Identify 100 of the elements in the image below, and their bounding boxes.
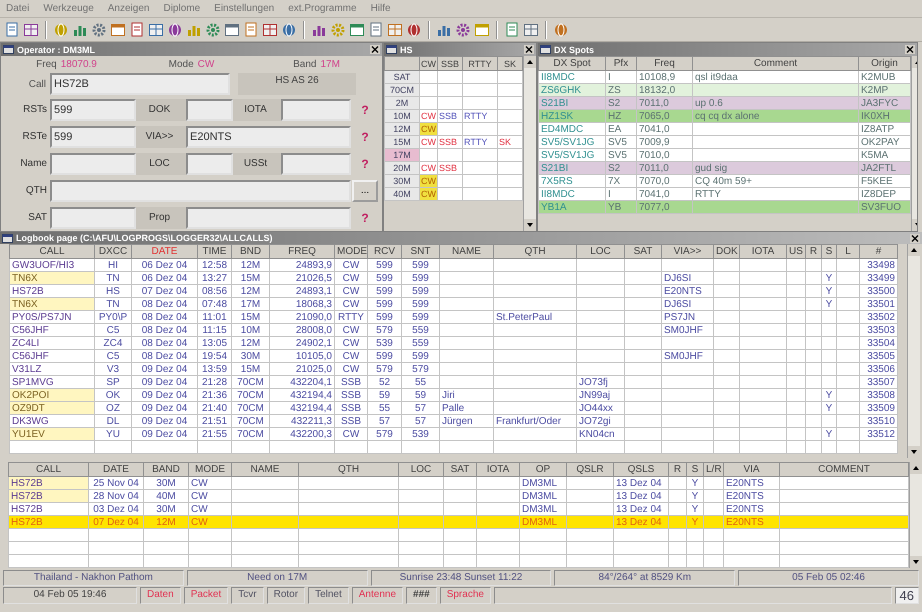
column-header[interactable]: VIA — [724, 462, 780, 476]
document-icon[interactable] — [4, 22, 20, 38]
document-icon[interactable] — [504, 22, 520, 38]
globe-icon[interactable] — [553, 22, 569, 38]
band-label[interactable]: 10M — [384, 110, 420, 122]
column-header[interactable]: LOC — [576, 244, 624, 258]
column-header[interactable]: OP — [520, 462, 566, 476]
spot-row[interactable]: ED4MDC EA 7041,0 IZ8ATP — [538, 122, 910, 136]
table-row[interactable]: HS72B 28 Nov 04 40M CW DM3ML 13 Dez 04 Y E20NTS — [8, 490, 908, 502]
grid-icon[interactable] — [523, 22, 539, 38]
column-header[interactable]: R — [668, 462, 686, 476]
band-label[interactable]: 40M — [384, 188, 420, 200]
spot-row[interactable]: SV5/SV1JG SV5 7009,9 OK2PAY — [538, 136, 910, 148]
band-label[interactable]: 20M — [384, 162, 420, 174]
column-header[interactable]: L/R — [704, 462, 724, 476]
column-header[interactable]: BND — [232, 244, 270, 258]
input-field[interactable] — [186, 98, 233, 120]
spot-row[interactable]: II8MDC I 10108,9 qsl it9daa K2MUB — [538, 70, 910, 84]
grid-icon[interactable] — [387, 22, 403, 38]
band-label[interactable]: 15M — [384, 136, 420, 148]
column-header[interactable]: NAME — [232, 462, 298, 476]
column-header[interactable]: S — [822, 244, 836, 258]
column-header[interactable]: RCV — [368, 244, 402, 258]
column-header[interactable]: MODE — [334, 244, 368, 258]
column-header[interactable]: DATE — [88, 462, 144, 476]
gear-icon[interactable] — [455, 22, 471, 38]
column-header[interactable]: US — [786, 244, 806, 258]
column-header[interactable]: MODE — [188, 462, 232, 476]
column-header[interactable]: CALL — [8, 462, 88, 476]
column-header[interactable]: L — [836, 244, 860, 258]
spot-row[interactable]: S21BI S2 7011,0 up 0.6 JA3FYC — [538, 96, 910, 110]
column-header[interactable]: IOTA — [476, 462, 520, 476]
help-button[interactable]: ? — [357, 156, 373, 170]
window-icon[interactable] — [224, 22, 240, 38]
column-header[interactable]: QTH — [494, 244, 576, 258]
column-header[interactable]: SAT — [624, 244, 662, 258]
close-icon[interactable] — [910, 234, 920, 242]
column-header[interactable]: BAND — [144, 462, 188, 476]
close-icon[interactable] — [370, 45, 380, 54]
globe-icon[interactable] — [167, 22, 183, 38]
globe-icon[interactable] — [406, 22, 422, 38]
status-toggle[interactable]: ### — [406, 587, 437, 604]
status-toggle[interactable]: Tcvr — [231, 587, 264, 604]
help-button[interactable]: ? — [357, 130, 373, 144]
browse-button[interactable]: ... — [352, 180, 378, 202]
help-button[interactable]: ? — [357, 102, 373, 116]
scrollbar[interactable] — [907, 244, 920, 458]
column-header[interactable]: CALL — [10, 244, 94, 258]
window-icon[interactable] — [349, 22, 365, 38]
help-button[interactable]: ? — [357, 210, 373, 224]
column-header[interactable]: COMMENT — [780, 462, 908, 476]
window-icon[interactable] — [474, 22, 490, 38]
column-header[interactable]: DOK — [714, 244, 740, 258]
grid-icon[interactable] — [23, 22, 39, 38]
column-header[interactable]: LOC — [398, 462, 444, 476]
band-label[interactable]: SAT — [384, 70, 420, 84]
column-header[interactable]: R — [806, 244, 822, 258]
status-toggle[interactable]: Rotor — [266, 587, 306, 604]
scrollbar[interactable] — [523, 56, 536, 231]
grid-icon[interactable] — [148, 22, 164, 38]
column-header[interactable]: SNT — [402, 244, 440, 258]
spot-row[interactable]: ZS6GHK ZS 18132,0 K2MP — [538, 84, 910, 96]
band-label[interactable]: 30M — [384, 174, 420, 188]
input-field[interactable]: E20NTS — [186, 126, 351, 148]
input-field[interactable]: 599 — [50, 126, 136, 148]
gear-icon[interactable] — [205, 22, 221, 38]
globe-icon[interactable] — [281, 22, 297, 38]
table-row[interactable]: HS72B 25 Nov 04 30M CW DM3ML 13 Dez 04 Y E20NTS — [8, 476, 908, 490]
spot-row[interactable]: S21BI S2 7011,0 gud sig JA2FTL — [538, 162, 910, 174]
band-label[interactable]: 2M — [384, 96, 420, 110]
input-field[interactable]: 599 — [50, 98, 136, 120]
input-field[interactable] — [281, 98, 351, 120]
column-header[interactable]: NAME — [440, 244, 494, 258]
close-icon[interactable] — [905, 45, 915, 54]
band-label[interactable]: 70CM — [384, 84, 420, 96]
input-field[interactable]: HS72B — [50, 73, 230, 95]
column-header[interactable]: DXCC — [94, 244, 132, 258]
document-icon[interactable] — [129, 22, 145, 38]
input-field[interactable] — [50, 180, 351, 202]
gear-icon[interactable] — [91, 22, 107, 38]
spot-row[interactable]: 7X5RS 7X 7070,0 CQ 40m 59+ F5KEE — [538, 174, 910, 188]
column-header[interactable]: # — [860, 244, 898, 258]
input-field[interactable] — [186, 206, 351, 228]
document-icon[interactable] — [368, 22, 384, 38]
column-header[interactable]: FREQ — [270, 244, 334, 258]
window-icon[interactable] — [110, 22, 126, 38]
document-icon[interactable] — [243, 22, 259, 38]
input-field[interactable] — [186, 152, 233, 174]
column-header[interactable]: IOTA — [740, 244, 786, 258]
input-field[interactable] — [50, 152, 136, 174]
column-header[interactable]: SAT — [444, 462, 476, 476]
scrollbar[interactable] — [909, 462, 922, 568]
column-header[interactable]: QTH — [298, 462, 398, 476]
band-label[interactable]: 17M — [384, 148, 420, 162]
close-icon[interactable] — [524, 45, 534, 54]
input-field[interactable] — [281, 152, 351, 174]
column-header[interactable]: QSLR — [566, 462, 614, 476]
column-header[interactable]: VIA>> — [662, 244, 714, 258]
column-header[interactable]: S — [686, 462, 704, 476]
spot-row[interactable]: II8MDC I 7041,0 RTTY IZ8DEP — [538, 188, 910, 200]
